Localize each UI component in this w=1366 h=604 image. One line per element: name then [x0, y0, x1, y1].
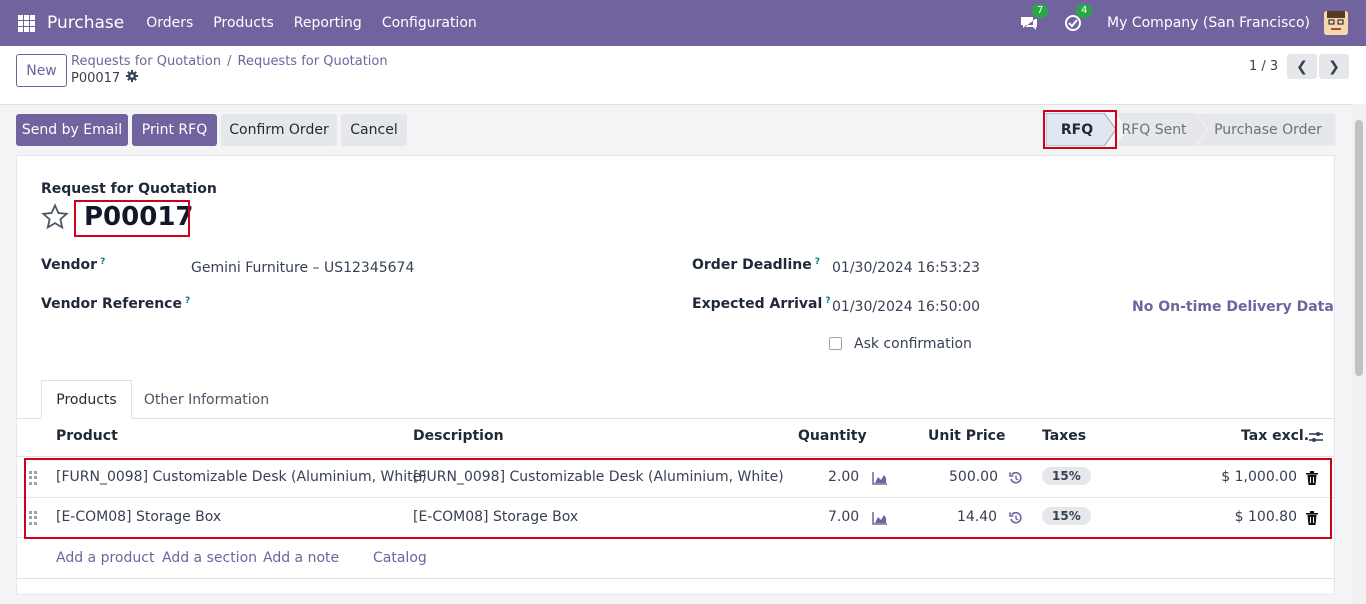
form-title-label: Request for Quotation: [41, 181, 217, 197]
pager-value[interactable]: 1 / 3: [1249, 59, 1278, 74]
new-button[interactable]: New: [16, 54, 67, 87]
header-quantity[interactable]: Quantity: [798, 428, 867, 444]
add-product-link[interactable]: Add a product: [56, 550, 154, 566]
breadcrumb: Requests for Quotation / Requests for Quot…: [71, 54, 388, 69]
print-rfq-button[interactable]: Print RFQ: [132, 114, 217, 146]
breadcrumb-parent[interactable]: Requests for Quotation: [71, 54, 221, 69]
tab-products[interactable]: Products: [41, 380, 132, 419]
help-icon[interactable]: ?: [185, 296, 190, 306]
table-header-divider: [17, 456, 1334, 457]
confirm-order-button[interactable]: Confirm Order: [221, 114, 337, 146]
help-icon[interactable]: ?: [825, 296, 830, 306]
company-switcher[interactable]: My Company (San Francisco): [1107, 15, 1310, 31]
header-unit-price[interactable]: Unit Price: [928, 428, 1005, 444]
notebook-tabs: Products Other Information: [17, 380, 1334, 419]
status-rfq-sent[interactable]: RFQ Sent: [1116, 113, 1192, 146]
send-by-email-button[interactable]: Send by Email: [16, 114, 128, 146]
control-panel: New Requests for Quotation / Requests for …: [0, 46, 1366, 105]
menu-reporting[interactable]: Reporting: [294, 15, 362, 31]
activities-icon[interactable]: 4: [1063, 4, 1093, 33]
expected-arrival-label: Expected Arrival?: [692, 296, 831, 312]
table-footer-divider: [17, 578, 1334, 579]
messages-icon[interactable]: 7: [1019, 4, 1049, 33]
vendor-field[interactable]: Gemini Furniture – US12345674: [191, 260, 414, 276]
status-purchase-order[interactable]: Purchase Order: [1208, 113, 1328, 146]
vendor-reference-label: Vendor Reference?: [41, 296, 191, 312]
on-time-delivery-link[interactable]: No On-time Delivery Data: [1132, 299, 1334, 315]
ask-confirmation-label: Ask confirmation: [854, 336, 972, 352]
cancel-button[interactable]: Cancel: [341, 114, 407, 146]
expected-arrival-field[interactable]: 01/30/2024 16:50:00: [832, 299, 980, 315]
breadcrumb-current[interactable]: Requests for Quotation: [238, 54, 388, 69]
column-settings-icon[interactable]: [1308, 429, 1324, 449]
user-avatar[interactable]: [1324, 11, 1348, 35]
form-sheet: Request for Quotation P00017 Vendor? Gem…: [16, 155, 1335, 595]
activities-badge: 4: [1076, 4, 1093, 18]
chevron-right-icon: ❯: [1328, 58, 1340, 75]
scrollbar[interactable]: [1352, 104, 1366, 604]
pager-next-button[interactable]: ❯: [1319, 54, 1349, 79]
help-icon[interactable]: ?: [100, 257, 105, 267]
header-product[interactable]: Product: [56, 428, 118, 444]
add-note-link[interactable]: Add a note: [263, 550, 339, 566]
header-description[interactable]: Description: [413, 428, 504, 444]
app-title[interactable]: Purchase: [47, 13, 124, 33]
highlight-reference-box: [74, 200, 190, 237]
vendor-label: Vendor?: [41, 257, 106, 273]
help-icon[interactable]: ?: [815, 257, 820, 267]
star-icon[interactable]: [41, 203, 69, 235]
menu-products[interactable]: Products: [213, 15, 273, 31]
record-breadcrumb: P00017: [71, 70, 139, 86]
menu-configuration[interactable]: Configuration: [382, 15, 477, 31]
apps-menu-icon[interactable]: [18, 14, 35, 32]
gear-icon[interactable]: [126, 70, 139, 86]
menu-orders[interactable]: Orders: [146, 15, 193, 31]
tab-other-information[interactable]: Other Information: [139, 380, 274, 419]
chevron-left-icon: ❮: [1296, 58, 1308, 75]
order-deadline-label: Order Deadline?: [692, 257, 820, 273]
scrollbar-thumb[interactable]: [1355, 120, 1363, 376]
catalog-link[interactable]: Catalog: [373, 550, 427, 566]
header-tax-excl[interactable]: Tax excl.: [1241, 428, 1309, 444]
top-navbar: Purchase Orders Products Reporting Confi…: [0, 0, 1366, 46]
messages-badge: 7: [1032, 4, 1049, 18]
header-taxes[interactable]: Taxes: [1042, 428, 1086, 444]
highlight-status-box: [1043, 110, 1117, 149]
record-name: P00017: [71, 70, 121, 86]
ask-confirmation-checkbox[interactable]: [829, 337, 842, 350]
breadcrumb-separator: /: [227, 54, 232, 69]
highlight-lines-box: [24, 458, 1332, 539]
order-deadline-field[interactable]: 01/30/2024 16:53:23: [832, 260, 980, 276]
pager-previous-button[interactable]: ❮: [1287, 54, 1317, 79]
add-section-link[interactable]: Add a section: [162, 550, 257, 566]
